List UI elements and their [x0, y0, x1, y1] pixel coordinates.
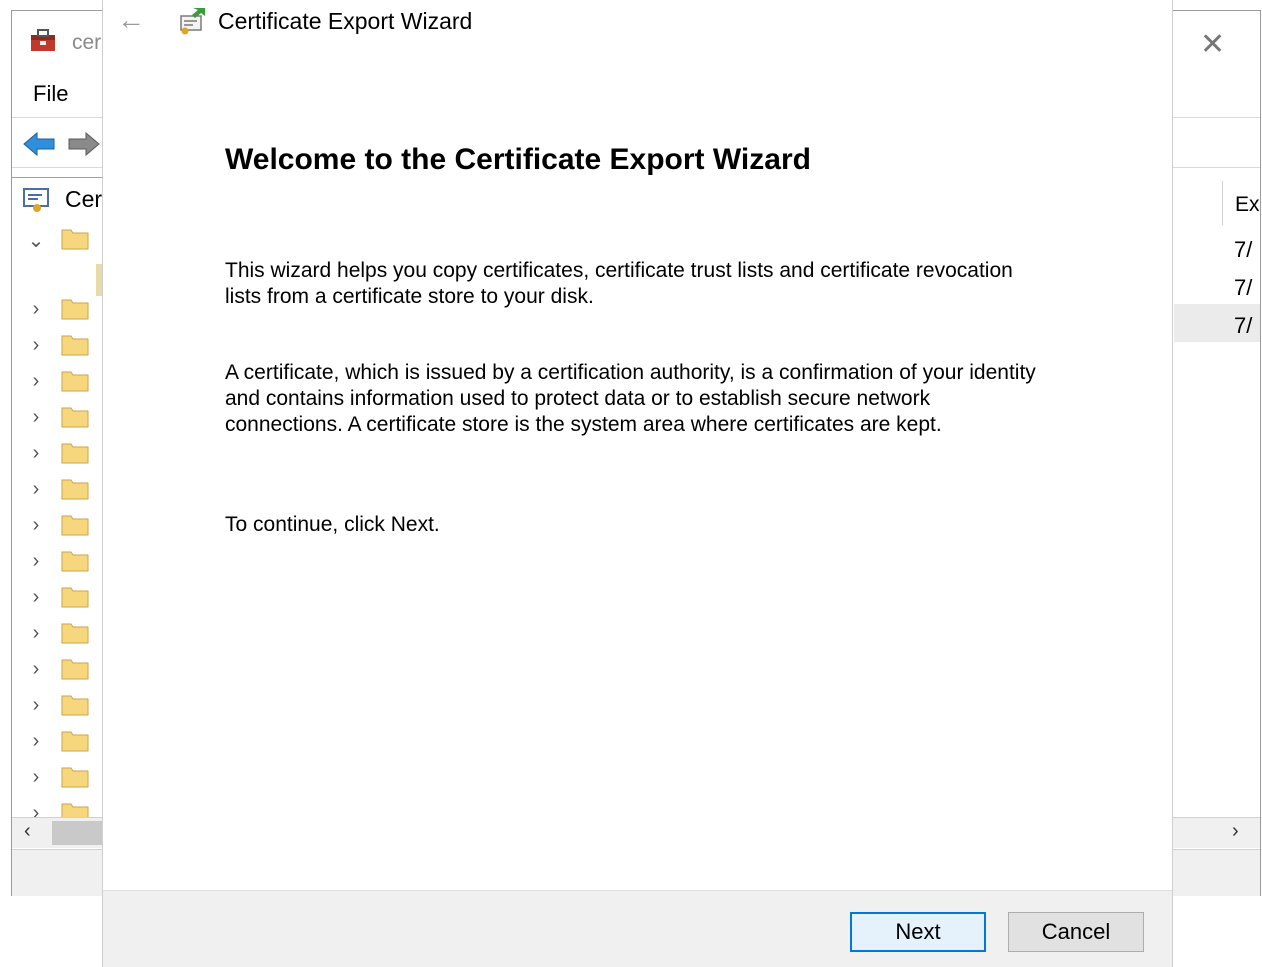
wizard-heading: Welcome to the Certificate Export Wizard — [225, 143, 811, 176]
intro-paragraph: This wizard helps you copy certificates,… — [225, 258, 1105, 310]
cancel-button[interactable]: Cancel — [1008, 912, 1144, 952]
chevron-down-icon[interactable]: ⌄ — [26, 228, 46, 253]
certificate-export-wizard-dialog: ← Certificate Export Wizard Welcome to t… — [103, 0, 1172, 967]
folder-icon — [61, 551, 89, 572]
mmc-title: cer — [72, 31, 102, 54]
forward-arrow-icon[interactable] — [67, 131, 101, 157]
certificate-export-icon — [180, 8, 205, 35]
menu-file[interactable]: File — [33, 81, 68, 107]
chevron-right-icon[interactable]: › — [26, 766, 46, 789]
folder-icon — [61, 299, 89, 320]
paragraph-line: connections. A certificate store is the … — [225, 413, 942, 436]
chevron-right-icon[interactable]: › — [26, 478, 46, 501]
folder-icon — [61, 443, 89, 464]
folder-icon — [61, 515, 89, 536]
tree-item[interactable]: › — [12, 620, 108, 654]
toolbox-app-icon — [31, 29, 55, 51]
paragraph-line: lists from a certificate store to your d… — [225, 285, 594, 308]
scroll-right-icon[interactable]: › — [1232, 820, 1239, 843]
column-header-expiration[interactable]: Ex — [1222, 181, 1262, 225]
tree-item[interactable]: › — [12, 440, 108, 474]
tree-item[interactable]: › — [12, 476, 108, 510]
folder-icon — [61, 587, 89, 608]
tree-item[interactable]: › — [12, 548, 108, 582]
tree-item[interactable]: › — [12, 584, 108, 618]
next-button[interactable]: Next — [850, 912, 986, 952]
back-arrow-icon[interactable] — [22, 131, 56, 157]
certificate-icon — [23, 188, 49, 212]
close-icon[interactable]: ✕ — [1200, 27, 1225, 62]
paragraph-line: A certificate, which is issued by a cert… — [225, 361, 1036, 384]
chevron-right-icon[interactable]: › — [26, 586, 46, 609]
folder-icon — [61, 731, 89, 752]
paragraph-line: This wizard helps you copy certificates,… — [225, 259, 1013, 282]
tree-item[interactable]: › — [12, 332, 108, 366]
column-header-label: Ex — [1235, 193, 1260, 216]
chevron-right-icon[interactable]: › — [26, 622, 46, 645]
scroll-thumb[interactable] — [52, 821, 108, 845]
folder-icon — [61, 479, 89, 500]
back-arrow-icon[interactable]: ← — [117, 4, 145, 36]
continue-instruction: To continue, click Next. — [225, 513, 440, 536]
table-cell[interactable]: 7/ — [1234, 237, 1252, 263]
folder-icon — [61, 407, 89, 428]
chevron-right-icon[interactable]: › — [26, 442, 46, 465]
chevron-right-icon[interactable]: › — [26, 514, 46, 537]
tree-item[interactable]: › — [12, 692, 108, 726]
tree-item[interactable]: ⌄ — [12, 226, 108, 260]
description-paragraph: A certificate, which is issued by a cert… — [225, 360, 1105, 438]
console-tree: Cer ⌄ › › › › › › › › › › › › › › › — [12, 177, 109, 819]
tree-item[interactable]: › — [12, 512, 108, 546]
wizard-button-bar: Next Cancel — [103, 890, 1172, 967]
tree-item[interactable]: › — [12, 404, 108, 438]
folder-icon — [61, 335, 89, 356]
chevron-right-icon[interactable]: › — [26, 334, 46, 357]
table-cell[interactable]: 7/ — [1234, 275, 1252, 301]
wizard-title: Certificate Export Wizard — [218, 8, 473, 34]
chevron-right-icon[interactable]: › — [26, 550, 46, 573]
chevron-right-icon[interactable]: › — [26, 694, 46, 717]
chevron-right-icon[interactable]: › — [26, 406, 46, 429]
tree-item[interactable]: › — [12, 728, 108, 762]
chevron-right-icon[interactable]: › — [26, 370, 46, 393]
folder-icon — [61, 767, 89, 788]
chevron-right-icon[interactable]: › — [26, 658, 46, 681]
folder-icon — [61, 659, 89, 680]
chevron-right-icon[interactable]: › — [26, 730, 46, 753]
tree-item[interactable]: › — [12, 764, 108, 798]
folder-icon — [61, 371, 89, 392]
tree-item[interactable]: › — [12, 296, 108, 330]
table-cell[interactable]: 7/ — [1234, 313, 1252, 339]
chevron-right-icon[interactable]: › — [26, 298, 46, 321]
folder-icon — [61, 229, 89, 250]
tree-item[interactable]: › — [12, 368, 108, 402]
folder-icon — [61, 695, 89, 716]
paragraph-line: and contains information used to protect… — [225, 387, 931, 410]
tree-item[interactable]: › — [12, 656, 108, 690]
tree-root-label[interactable]: Cer — [65, 186, 102, 213]
folder-icon — [61, 623, 89, 644]
scroll-left-icon[interactable]: ‹ — [24, 820, 31, 843]
tree-subitem-edge — [96, 264, 102, 296]
